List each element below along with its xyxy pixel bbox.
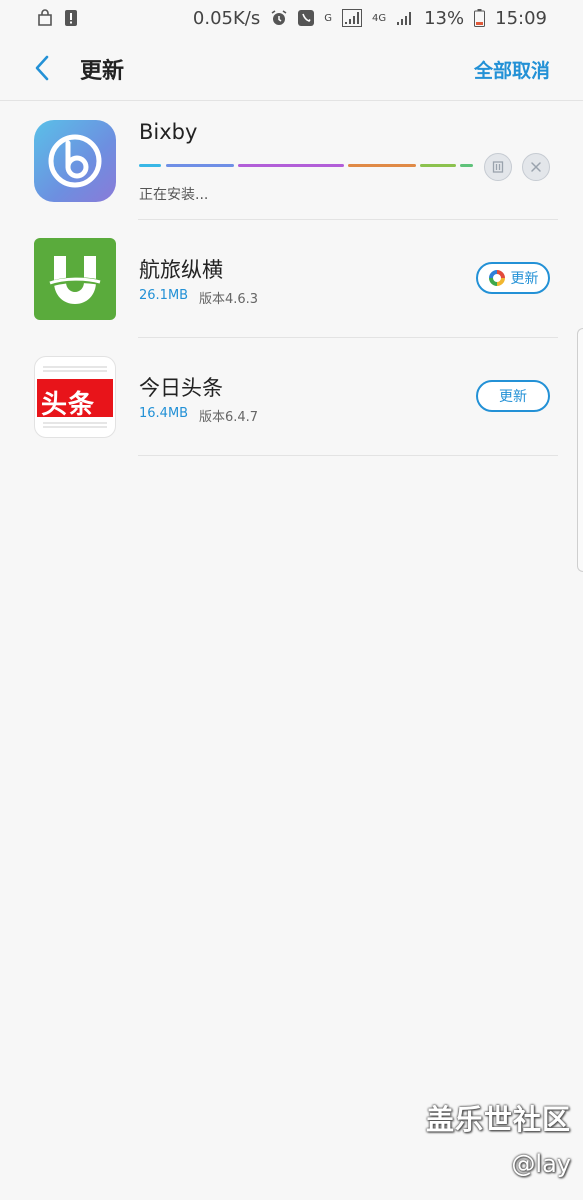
network-g: G bbox=[324, 12, 332, 24]
close-icon bbox=[531, 162, 541, 172]
install-status: 正在安装... bbox=[139, 187, 209, 203]
app-name: Bixby bbox=[139, 120, 198, 144]
cancel-all-button[interactable]: 全部取消 bbox=[474, 56, 550, 83]
clock: 15:09 bbox=[495, 7, 547, 29]
phone-icon bbox=[298, 10, 315, 26]
page-title: 更新 bbox=[80, 59, 125, 84]
app-version: 版本4.6.3 bbox=[199, 292, 259, 307]
app-version: 版本6.4.7 bbox=[199, 410, 259, 425]
pause-button[interactable] bbox=[484, 153, 512, 181]
battery-percent: 13% bbox=[424, 7, 465, 29]
header: 更新 全部取消 bbox=[0, 36, 583, 100]
header-divider bbox=[0, 100, 583, 101]
back-button[interactable] bbox=[26, 52, 58, 84]
cancel-install-button[interactable] bbox=[522, 153, 550, 181]
toutiao-icon-label: 头条 bbox=[41, 390, 96, 420]
progress-segment bbox=[348, 164, 416, 167]
chevron-left-icon bbox=[35, 55, 49, 81]
update-button[interactable]: 更新 bbox=[476, 380, 550, 412]
status-bar-left bbox=[36, 9, 78, 27]
update-button[interactable]: 更新 bbox=[476, 262, 550, 294]
alert-icon bbox=[64, 9, 78, 27]
network-speed: 0.05K/s bbox=[192, 7, 261, 29]
battery-icon bbox=[474, 9, 486, 27]
progress-segment bbox=[238, 164, 344, 167]
app-name: 今日头条 bbox=[139, 376, 223, 400]
row-divider bbox=[138, 455, 558, 456]
list-item-bixby[interactable]: Bixby 正在安装... bbox=[0, 102, 583, 220]
status-bar: 0.05K/s G 4G 13% 15:09 bbox=[0, 0, 583, 36]
edge-panel-handle[interactable] bbox=[577, 328, 583, 572]
alarm-icon bbox=[270, 9, 288, 27]
network-4g: 4G bbox=[371, 12, 387, 24]
pause-icon bbox=[492, 161, 504, 173]
progress-segment bbox=[420, 164, 456, 167]
list-item-hanglv[interactable]: 航旅纵横 26.1MB 版本4.6.3 更新 bbox=[0, 220, 583, 338]
app-size: 16.4MB bbox=[139, 406, 189, 421]
watermark-user: @lay bbox=[511, 1150, 571, 1178]
progress-segment bbox=[139, 164, 161, 167]
bixby-icon bbox=[34, 120, 116, 202]
colorful-refresh-icon bbox=[488, 270, 505, 286]
progress-segment bbox=[166, 164, 234, 167]
list-item-toutiao[interactable]: 头条 今日头条 16.4MB 版本6.4.7 更新 bbox=[0, 338, 583, 456]
toutiao-icon: 头条 bbox=[34, 356, 116, 438]
signal-strength-icon bbox=[396, 10, 414, 26]
screen: 0.05K/s G 4G 13% 15:09 更新 全部取消 Bixby 正在安… bbox=[0, 0, 583, 1200]
update-button-label: 更新 bbox=[499, 389, 527, 405]
app-size: 26.1MB bbox=[139, 288, 189, 303]
update-button-label: 更新 bbox=[510, 271, 539, 287]
hanglv-icon bbox=[34, 238, 116, 320]
signal-icon bbox=[341, 9, 362, 27]
watermark: 盖乐世社区 bbox=[425, 1103, 571, 1136]
shopping-bag-icon bbox=[36, 9, 54, 27]
app-name: 航旅纵横 bbox=[139, 258, 223, 282]
status-bar-right: 0.05K/s G 4G 13% 15:09 bbox=[193, 8, 547, 29]
progress-segment bbox=[460, 164, 473, 167]
